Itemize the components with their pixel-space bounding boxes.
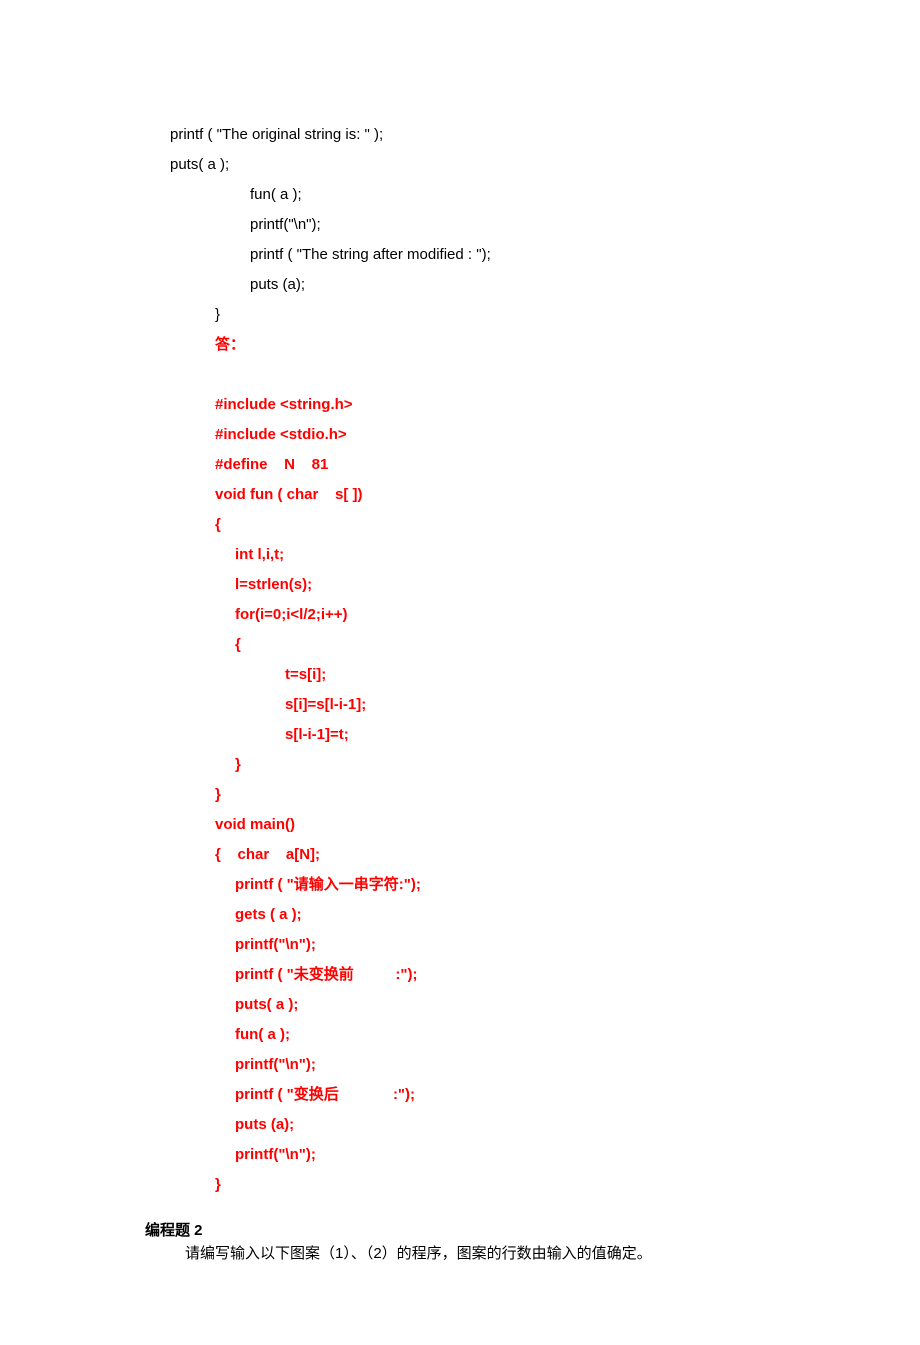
- code-line: printf ( "The string after modified : ")…: [90, 240, 830, 270]
- code-line: puts (a);: [90, 270, 830, 300]
- document-page: printf ( "The original string is: " ); p…: [0, 0, 920, 1345]
- code-line-red: printf("\n");: [90, 930, 830, 960]
- section-title: 编程题 2: [90, 1220, 830, 1243]
- code-line: fun( a );: [90, 180, 830, 210]
- code-line-red: {: [90, 510, 830, 540]
- code-line-red: printf("\n");: [90, 1140, 830, 1170]
- code-line-red: #define N 81: [90, 450, 830, 480]
- code-line-red: printf("\n");: [90, 1050, 830, 1080]
- code-line: }: [90, 300, 830, 330]
- answer-label: 答：: [90, 330, 830, 360]
- code-line-red: t=s[i];: [90, 660, 830, 690]
- question-text: 请编写输入以下图案（1）、（2）的程序，图案的行数由输入的值确定。: [90, 1243, 830, 1266]
- code-line-red: }: [90, 750, 830, 780]
- code-line-red: s[l-i-1]=t;: [90, 720, 830, 750]
- code-line-red: fun( a );: [90, 1020, 830, 1050]
- code-line-red: void main(): [90, 810, 830, 840]
- code-line-red: { char a[N];: [90, 840, 830, 870]
- code-line-red: void fun ( char s[ ]): [90, 480, 830, 510]
- code-line-red: }: [90, 1170, 830, 1200]
- code-line-red: puts (a);: [90, 1110, 830, 1140]
- code-line-red: #include <string.h>: [90, 390, 830, 420]
- code-line-red: l=strlen(s);: [90, 570, 830, 600]
- code-line-red: gets ( a );: [90, 900, 830, 930]
- code-line: printf ( "The original string is: " );: [90, 120, 830, 150]
- code-line-red: s[i]=s[l-i-1];: [90, 690, 830, 720]
- code-line-red: for(i=0;i<l/2;i++): [90, 600, 830, 630]
- code-line-red: {: [90, 630, 830, 660]
- code-line-red: printf ( "请输入一串字符:");: [90, 870, 830, 900]
- code-line-red: printf ( "未变换前 :");: [90, 960, 830, 990]
- code-line: printf("\n");: [90, 210, 830, 240]
- code-line: puts( a );: [90, 150, 830, 180]
- code-line-red: int l,i,t;: [90, 540, 830, 570]
- code-line-red: #include <stdio.h>: [90, 420, 830, 450]
- blank-line: [90, 360, 830, 390]
- code-line-red: printf ( "变换后 :");: [90, 1080, 830, 1110]
- code-line-red: }: [90, 780, 830, 810]
- code-line-red: puts( a );: [90, 990, 830, 1020]
